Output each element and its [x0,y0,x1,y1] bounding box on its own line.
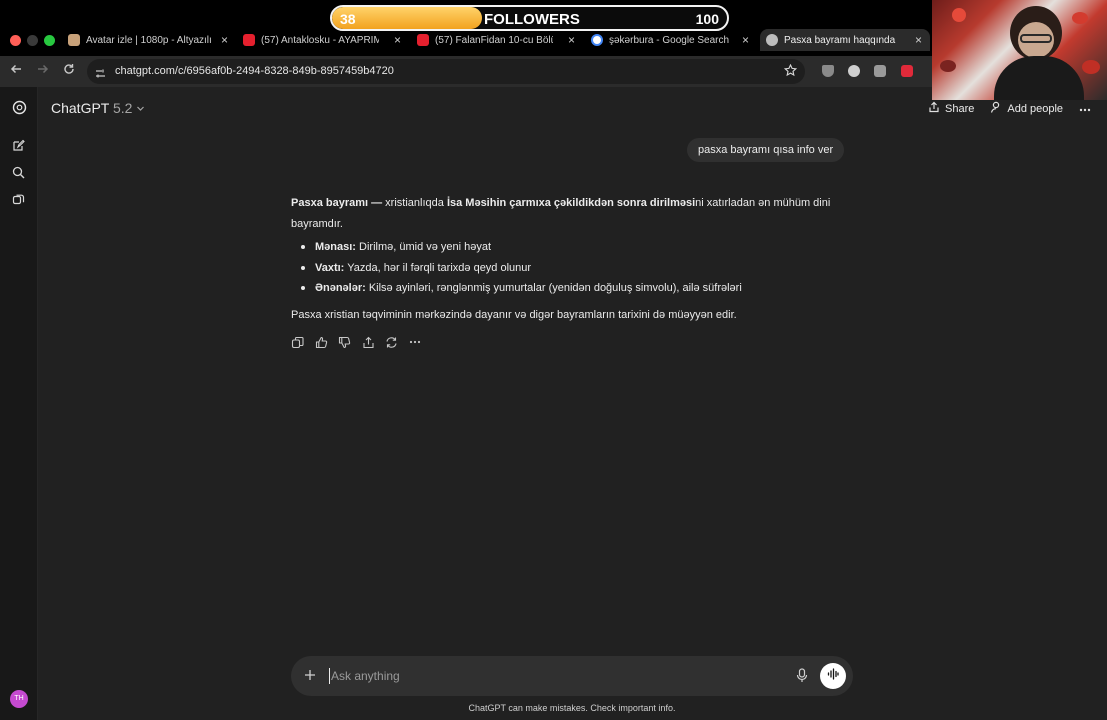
assistant-message: Pasxa bayramı — xristianlıqda İsa Məsihi… [291,193,851,325]
share-icon[interactable] [362,335,386,349]
site-settings-icon[interactable] [95,66,106,84]
answer-intro: Pasxa bayramı — xristianlıqda İsa Məsihi… [291,193,851,234]
tab-favicon-icon [68,34,80,46]
followers-label: FOLLOWERS [484,11,580,28]
more-options-icon[interactable] [1079,103,1091,115]
voice-waveform-icon [827,667,839,685]
sidebar [0,87,38,720]
more-options-icon[interactable] [409,335,433,349]
window-minimize-button[interactable] [27,35,38,46]
followers-count: 38 [340,11,356,27]
camera-extension-icon[interactable] [874,65,886,77]
bullet-label: Ənənələr: [315,282,366,294]
share-label: Share [945,102,975,115]
tab-title: Pasxa bayramı haqqında [784,34,896,46]
browser-tab[interactable]: (57) Antaklosku - AYAPRİMA × [243,29,401,51]
message-actions [291,335,432,349]
share-button[interactable]: Share [928,101,974,116]
tab-close-icon[interactable]: × [742,33,749,47]
thumbs-down-icon[interactable] [338,335,362,349]
answer-intro-bold: Pasxa bayramı — [291,197,383,209]
url-text: chatgpt.com/c/6956af0b-2494-8328-849b-89… [115,65,394,77]
tab-title: (57) Antaklosku - AYAPRİMA [261,34,379,46]
youtube-favicon-icon [243,34,255,46]
record-extension-icon[interactable] [901,65,913,77]
model-version: 5.2 [113,100,133,116]
bullet-text: Yazda, hər il fərqli tarixdə qeyd olunur [344,261,532,274]
address-bar[interactable]: chatgpt.com/c/6956af0b-2494-8328-849b-89… [87,59,805,84]
add-person-icon [990,101,1007,116]
add-people-label: Add people [1007,102,1064,115]
bullet-text: Dirilmə, ümid və yeni həyat [355,241,492,253]
add-people-button[interactable]: Add people [990,101,1063,116]
browser-tab[interactable]: (57) FalanFidan 10-cu Bölüm × [417,29,575,51]
list-item: Vaxtı: Yazda, hər il fərqli tarixdə qeyd… [291,258,851,279]
bullet-label: Vaxtı: [315,261,345,274]
prompt-input[interactable] [329,668,769,684]
library-icon[interactable] [12,193,26,207]
answer-bullet-list: Mənası: Dirilmə, ümid və yeni həyat Vaxt… [291,237,851,299]
window-close-button[interactable] [10,35,21,46]
new-chat-icon[interactable] [12,139,26,153]
search-icon[interactable] [12,166,26,180]
header-actions: Share Add people [928,101,1091,116]
model-selector[interactable]: ChatGPT 5.2 [51,100,145,116]
regenerate-icon[interactable] [385,335,409,349]
model-name: ChatGPT [51,100,110,116]
browser-tab[interactable]: Avatar izle | 1080p - Altyazılı × [68,29,228,51]
user-message-bubble: pasxa bayramı qısa info ver [687,138,845,162]
chevron-down-icon [136,100,145,116]
list-item: Ənənələr: Kilsə ayinləri, rənglənmiş yum… [291,278,851,299]
tab-title: şəkərbura - Google Search [609,34,730,46]
shield-extension-icon[interactable] [822,65,834,77]
bullet-text: Kilsə ayinləri, rənglənmiş yumurtalar (y… [365,282,742,294]
tab-title: (57) FalanFidan 10-cu Bölüm [435,34,553,46]
youtube-favicon-icon [417,34,429,46]
followers-goal-bar: 38 FOLLOWERS 100 [330,5,729,31]
webcam-overlay [932,0,1107,100]
window-zoom-button[interactable] [44,35,55,46]
microphone-icon[interactable] [796,668,808,688]
tab-title: Avatar izle | 1080p - Altyazılı [86,34,212,46]
google-favicon-icon [591,34,603,46]
tab-close-icon[interactable]: × [221,33,228,47]
openai-logo-icon[interactable] [12,100,27,115]
tab-close-icon[interactable]: × [915,33,922,47]
bullet-label: Mənası: [315,241,356,253]
followers-goal: 100 [695,11,719,27]
voice-mode-button[interactable] [820,663,846,689]
forward-arrow-icon[interactable] [37,62,49,78]
plus-icon[interactable] [304,666,316,684]
back-arrow-icon[interactable] [10,62,22,78]
composer [291,656,853,696]
user-avatar[interactable]: TH [10,690,28,708]
disclaimer-text: ChatGPT can make mistakes. Check importa… [468,703,676,713]
bookmark-star-icon[interactable] [783,63,798,82]
tab-close-icon[interactable]: × [568,33,575,47]
browser-tab-active[interactable]: Pasxa bayramı haqqında × [760,29,930,51]
tab-close-icon[interactable]: × [394,33,401,47]
answer-closing: Pasxa xristian təqviminin mərkəzində day… [291,308,737,321]
browser-toolbar: chatgpt.com/c/6956af0b-2494-8328-849b-89… [0,56,932,87]
copy-icon[interactable] [291,335,315,349]
thumbs-up-icon[interactable] [315,335,339,349]
list-item: Mənası: Dirilmə, ümid və yeni həyat [291,237,851,258]
extension-icon[interactable] [848,65,860,77]
reload-icon[interactable] [63,62,75,78]
browser-tab[interactable]: şəkərbura - Google Search × [591,29,749,51]
answer-intro-text: xristianlıqda [382,197,447,209]
share-icon [928,101,945,116]
answer-intro-bold: İsa Məsihin çarmıxa çəkildikdən sonra di… [446,197,696,209]
chatgpt-favicon-icon [766,34,778,46]
